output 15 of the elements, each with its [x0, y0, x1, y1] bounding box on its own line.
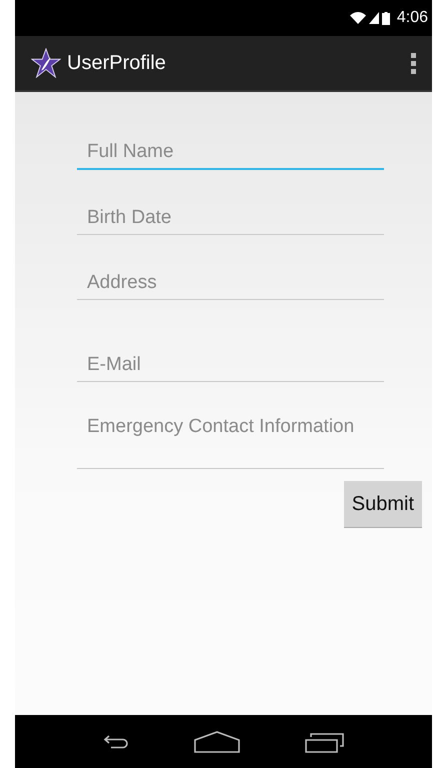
submit-button[interactable]: Submit [344, 481, 422, 528]
signal-icon [368, 12, 379, 24]
app-title: UserProfile [67, 52, 167, 74]
home-icon[interactable] [194, 730, 240, 752]
input-field[interactable]: Full Name [77, 136, 384, 170]
input-field[interactable]: Emergency Contact Information [77, 413, 384, 469]
battery-icon [382, 12, 390, 24]
star-logo-icon [31, 48, 61, 78]
clock-time: 4:06 [396, 9, 428, 27]
recent-apps-icon[interactable] [304, 730, 344, 752]
back-icon[interactable] [102, 734, 128, 750]
input-field[interactable]: Birth Date [77, 201, 384, 235]
wifi-icon [350, 12, 366, 24]
input-field[interactable]: E-Mail [77, 348, 384, 382]
input-field[interactable]: Address [77, 266, 384, 300]
